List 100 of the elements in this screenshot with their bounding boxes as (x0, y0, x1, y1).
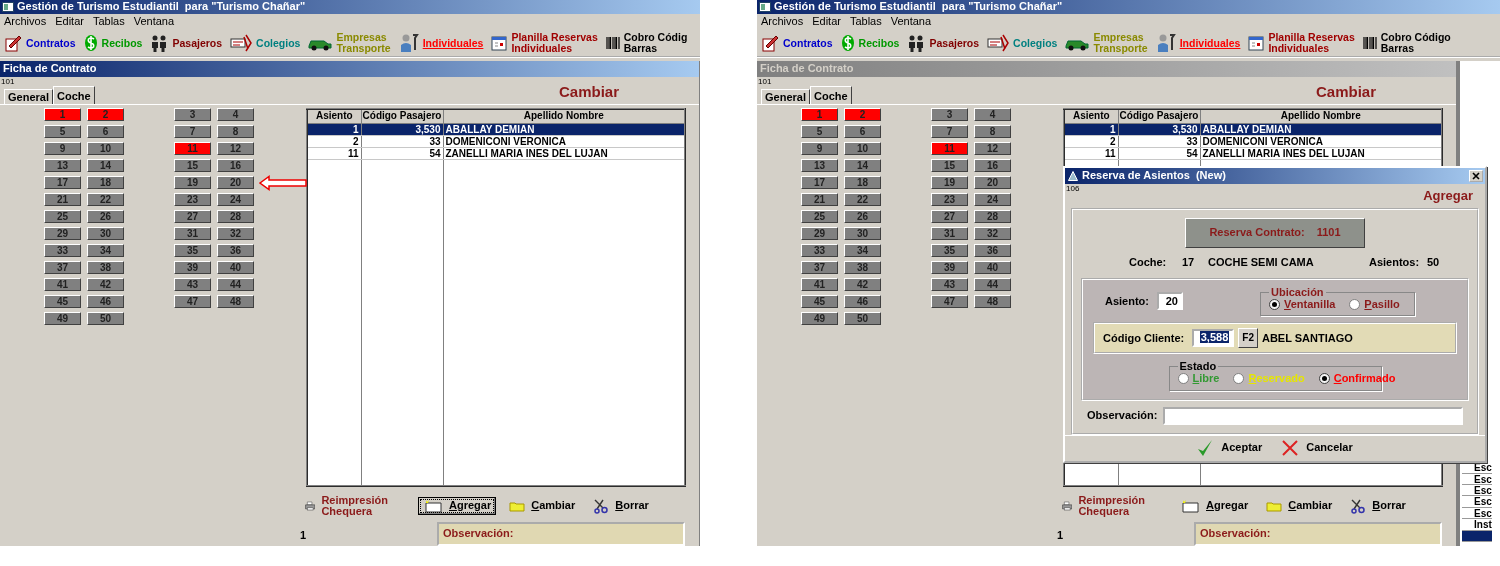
action-button[interactable]: Reimpresión Chequera (300, 493, 396, 519)
column-header[interactable]: Asiento (307, 109, 361, 123)
seat-button[interactable]: 24 (217, 193, 254, 206)
table-row[interactable]: 11 54 ZANELLI MARIA INES DEL LUJAN (1064, 147, 1442, 159)
seat-button[interactable]: 50 (87, 312, 124, 325)
seat-button[interactable]: 4 (974, 108, 1011, 121)
seat-button[interactable]: 10 (87, 142, 124, 155)
seat-button[interactable]: 19 (174, 176, 211, 189)
seat-button[interactable]: 27 (174, 210, 211, 223)
seat-button[interactable]: 36 (974, 244, 1011, 257)
list-item[interactable]: Esc (1462, 496, 1492, 508)
seat-button[interactable]: 50 (844, 312, 881, 325)
seat-button[interactable]: 16 (217, 159, 254, 172)
seat-button[interactable]: 17 (801, 176, 838, 189)
seat-button[interactable]: 13 (44, 159, 81, 172)
seat-button[interactable]: 27 (931, 210, 968, 223)
tab[interactable]: Coche (809, 86, 852, 104)
seat-button[interactable]: 45 (44, 295, 81, 308)
toolbar-button[interactable]: Planilla Reservas Individuales (491, 32, 598, 54)
seat-button[interactable]: 30 (844, 227, 881, 240)
seat-button[interactable]: 41 (44, 278, 81, 291)
seat-button[interactable]: 39 (931, 261, 968, 274)
column-header[interactable]: Apellido Nombre (443, 109, 685, 123)
toolbar-button[interactable]: Colegios (230, 33, 301, 53)
seat-button[interactable]: 30 (87, 227, 124, 240)
radio-button[interactable]: Ventanilla (1269, 298, 1336, 312)
seat-button[interactable]: 31 (174, 227, 211, 240)
toolbar-button[interactable]: Pasajeros (907, 34, 980, 52)
menu-item[interactable]: Ventana (133, 15, 175, 29)
seat-button[interactable]: 33 (44, 244, 81, 257)
seat-button[interactable]: 46 (87, 295, 124, 308)
seat-button[interactable]: 31 (931, 227, 968, 240)
action-button[interactable]: Cambiar (504, 497, 581, 515)
lookup-button[interactable]: F2 (1238, 328, 1258, 349)
seat-button[interactable]: 7 (931, 125, 968, 138)
seat-button[interactable]: 37 (801, 261, 838, 274)
seat-button[interactable]: 9 (44, 142, 81, 155)
seat-button[interactable]: 18 (844, 176, 881, 189)
toolbar-button[interactable]: Colegios (987, 33, 1058, 53)
toolbar-button[interactable]: Cobro Código Barras (1362, 32, 1451, 54)
seat-button[interactable]: 6 (844, 125, 881, 138)
action-button[interactable]: Reimpresión Chequera (1057, 493, 1153, 519)
seat-button[interactable]: 49 (801, 312, 838, 325)
seat-button[interactable]: 28 (217, 210, 254, 223)
seat-button[interactable]: 18 (87, 176, 124, 189)
seat-button[interactable]: 21 (44, 193, 81, 206)
column-header[interactable]: Apellido Nombre (1200, 109, 1442, 123)
toolbar-button[interactable]: Pasajeros (150, 34, 223, 52)
column-header[interactable]: Código Pasajero (1118, 109, 1200, 123)
seat-button[interactable]: 23 (931, 193, 968, 206)
toolbar-button[interactable]: Individuales (1155, 33, 1241, 53)
toolbar-button[interactable]: Planilla Reservas Individuales (1248, 32, 1355, 54)
menu-item[interactable]: Tablas (849, 15, 882, 29)
seat-button[interactable]: 47 (174, 295, 211, 308)
seat-button[interactable]: 32 (217, 227, 254, 240)
menu-item[interactable]: Ventana (890, 15, 932, 29)
table-row[interactable]: 11 54 ZANELLI MARIA INES DEL LUJAN (307, 147, 685, 159)
toolbar-button[interactable]: Contratos (761, 34, 833, 52)
seat-button[interactable]: 40 (974, 261, 1011, 274)
table-row[interactable]: 2 33 DOMENICONI VERONICA (1064, 135, 1442, 147)
seat-button[interactable]: 22 (844, 193, 881, 206)
toolbar-button[interactable]: Empresas Transporte (1065, 32, 1148, 54)
seat-button[interactable]: 32 (974, 227, 1011, 240)
seat-button[interactable]: 2 (87, 108, 124, 121)
seat-button[interactable]: 11 (174, 142, 211, 155)
seat-button[interactable]: 40 (217, 261, 254, 274)
action-button[interactable]: Agregar (1175, 497, 1254, 515)
menu-item[interactable]: Editar (55, 15, 84, 29)
list-item[interactable]: Esc (1462, 485, 1492, 497)
seat-button[interactable]: 26 (87, 210, 124, 223)
tab[interactable]: Coche (52, 86, 95, 104)
seat-button[interactable]: 20 (974, 176, 1011, 189)
seat-button[interactable]: 19 (931, 176, 968, 189)
input-field[interactable]: 20 (1157, 292, 1183, 311)
seat-button[interactable]: 48 (217, 295, 254, 308)
toolbar-button[interactable]: Recibos (840, 34, 900, 52)
seat-button[interactable]: 28 (974, 210, 1011, 223)
seat-button[interactable]: 23 (174, 193, 211, 206)
seat-button[interactable]: 44 (217, 278, 254, 291)
input-field[interactable]: 3,588 (1192, 329, 1235, 348)
seat-button[interactable]: 8 (217, 125, 254, 138)
seat-button[interactable]: 34 (87, 244, 124, 257)
list-item[interactable]: Inst (1462, 519, 1492, 531)
column-header[interactable]: Asiento (1064, 109, 1118, 123)
seat-button[interactable]: 6 (87, 125, 124, 138)
seat-button[interactable]: 39 (174, 261, 211, 274)
toolbar-button[interactable]: Cobro Códig Barras (605, 32, 688, 54)
radio-button[interactable]: Pasillo (1349, 298, 1400, 312)
seat-button[interactable]: 42 (87, 278, 124, 291)
action-button[interactable]: Agregar (418, 497, 497, 515)
seat-button[interactable]: 38 (87, 261, 124, 274)
action-button[interactable]: Borrar (1345, 496, 1411, 516)
seat-button[interactable]: 26 (844, 210, 881, 223)
menu-item[interactable]: Archivos (761, 15, 804, 29)
seat-button[interactable]: 42 (844, 278, 881, 291)
dialog-button[interactable]: Cancelar (1282, 438, 1353, 457)
table-row[interactable]: 2 33 DOMENICONI VERONICA (307, 135, 685, 147)
seat-button[interactable]: 44 (974, 278, 1011, 291)
seat-button[interactable]: 22 (87, 193, 124, 206)
seat-button[interactable]: 25 (44, 210, 81, 223)
